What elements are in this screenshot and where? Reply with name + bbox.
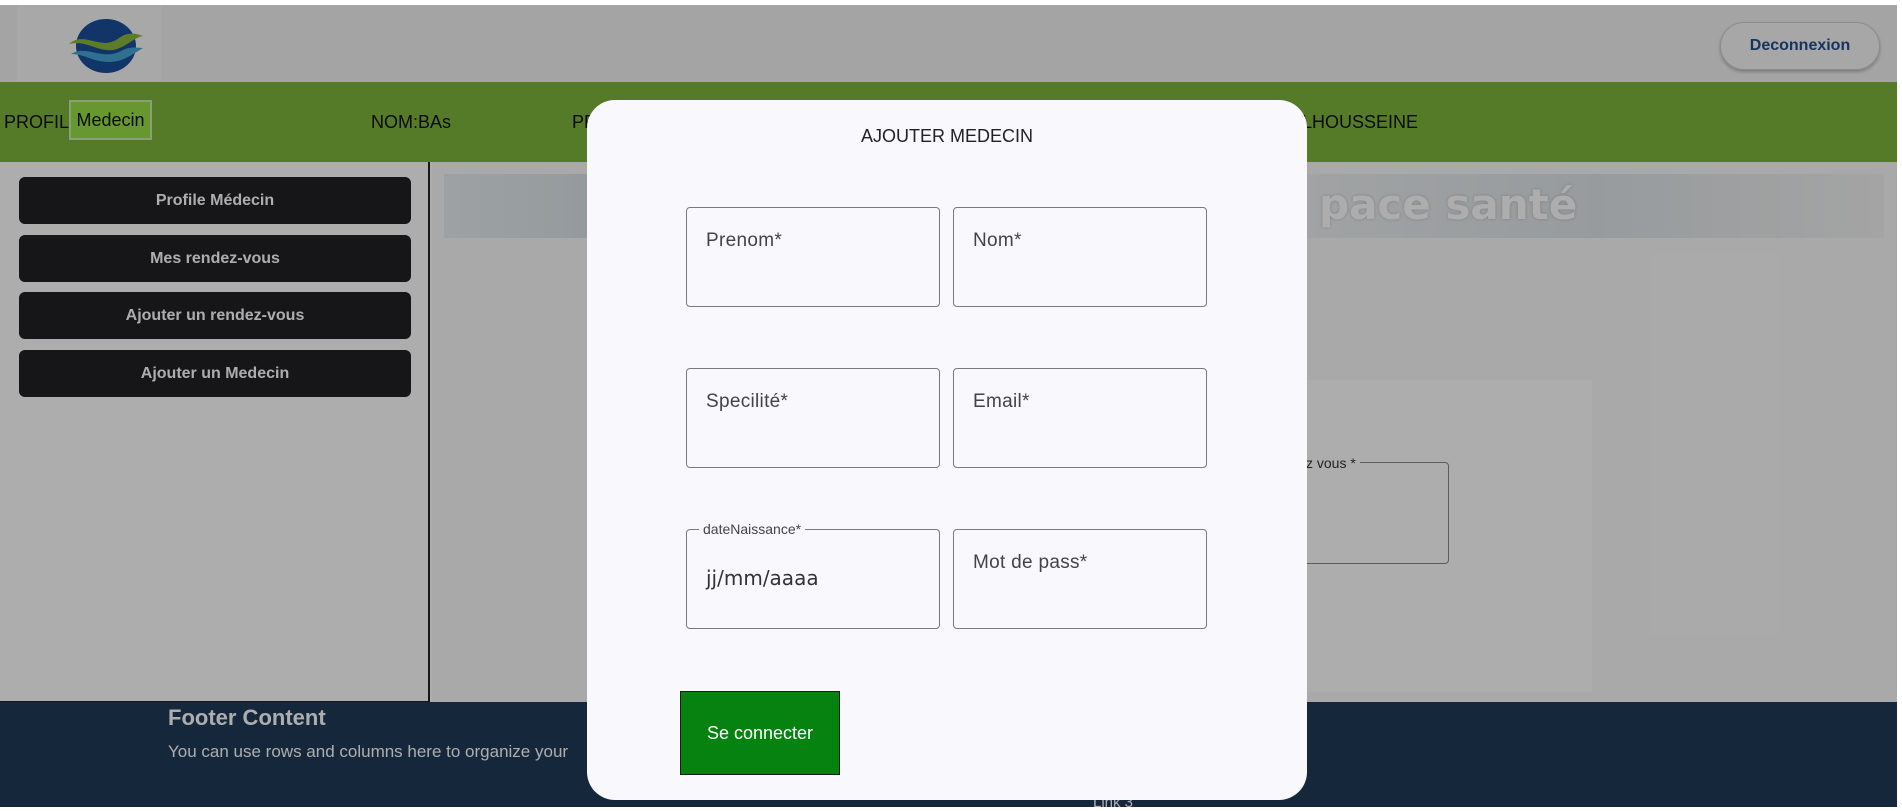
- email-field[interactable]: Email*: [953, 368, 1207, 468]
- specialite-field[interactable]: Specilité*: [686, 368, 940, 468]
- nom-placeholder: Nom*: [973, 230, 1022, 251]
- modal-title: AJOUTER MEDECIN: [860, 126, 1033, 146]
- email-placeholder: Email*: [973, 391, 1030, 412]
- password-placeholder: Mot de pass*: [973, 552, 1088, 573]
- prenom-field[interactable]: Prenom*: [686, 207, 940, 307]
- password-field[interactable]: Mot de pass*: [953, 529, 1207, 629]
- date-naissance-field[interactable]: dateNaissance* jj/mm/aaaa: [686, 521, 940, 629]
- specialite-placeholder: Specilité*: [706, 391, 789, 412]
- date-naissance-legend: dateNaissance*: [699, 521, 806, 537]
- nom-field[interactable]: Nom*: [953, 207, 1207, 307]
- prenom-placeholder: Prenom*: [706, 230, 783, 251]
- date-naissance-value: jj/mm/aaaa: [706, 566, 819, 590]
- add-doctor-modal: AJOUTER MEDECIN Prenom* Nom* Specilité* …: [587, 100, 1307, 800]
- submit-button[interactable]: Se connecter: [680, 691, 840, 775]
